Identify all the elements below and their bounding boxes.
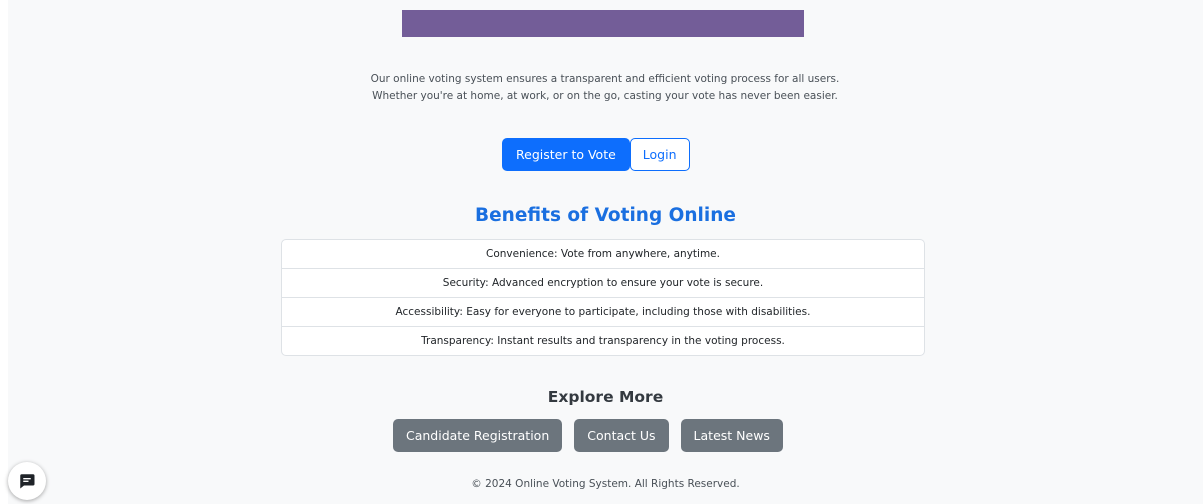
benefits-title: Benefits of Voting Online [475, 205, 736, 226]
benefit-item: Convenience: Vote from anywhere, anytime… [282, 240, 924, 269]
intro-text: Our online voting system ensures a trans… [370, 73, 840, 102]
chat-button[interactable] [8, 462, 46, 500]
chat-icon [20, 474, 35, 489]
benefits-list: Convenience: Vote from anywhere, anytime… [281, 239, 925, 356]
login-button[interactable]: Login [629, 138, 690, 171]
latest-news-button[interactable]: Latest News [680, 419, 783, 452]
cta-buttons: Register to Vote Login [502, 138, 690, 172]
explore-links: Candidate Registration Contact Us Latest… [393, 419, 783, 452]
benefit-item: Transparency: Instant results and transp… [421, 335, 785, 347]
contact-us-button[interactable]: Contact Us [574, 419, 669, 452]
hero-image [402, 10, 804, 37]
explore-title: Explore More [547, 388, 664, 406]
benefit-item: Security: Advanced encryption to ensure … [282, 269, 924, 298]
footer-copyright: © 2024 Online Voting System. All Rights … [471, 478, 740, 490]
page: Our online voting system ensures a trans… [8, 0, 1203, 504]
candidate-registration-button[interactable]: Candidate Registration [393, 419, 563, 452]
benefit-item: Accessibility: Easy for everyone to part… [282, 298, 924, 327]
register-button[interactable]: Register to Vote [502, 138, 630, 171]
